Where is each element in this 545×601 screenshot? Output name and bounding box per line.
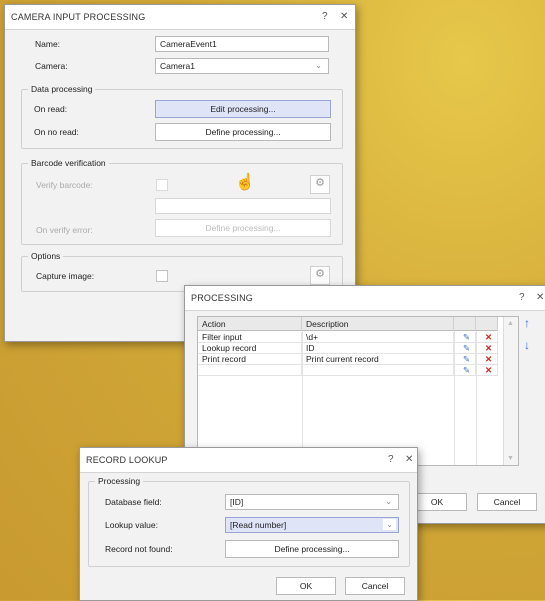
column-header-action[interactable]: Action xyxy=(198,317,302,331)
chevron-down-icon: ⌄ xyxy=(315,61,322,70)
delete-icon[interactable]: ✕ xyxy=(476,354,498,365)
hand-cursor-icon: ☝ xyxy=(235,174,255,191)
edit-icon[interactable]: ✎ xyxy=(454,343,476,354)
camera-dialog-titlebar: CAMERA INPUT PROCESSING ? ✕ xyxy=(5,5,355,30)
lookup-value-value: [Read number] xyxy=(230,520,287,530)
help-icon[interactable]: ? xyxy=(388,454,394,465)
on-read-label: On read: xyxy=(34,104,68,114)
name-label: Name: xyxy=(35,39,61,49)
table-row-description[interactable] xyxy=(302,365,454,376)
chevron-down-icon: ⌄ xyxy=(385,497,392,506)
record-lookup-dialog: RECORD LOOKUP ? ✕ Processing Database fi… xyxy=(79,447,418,601)
gear-icon[interactable]: ⚙ xyxy=(310,175,330,194)
scroll-up-icon[interactable]: ▲ xyxy=(507,320,514,327)
move-up-icon[interactable]: ↑ xyxy=(524,316,530,330)
camera-select-value: Camera1 xyxy=(160,61,195,71)
close-icon[interactable]: ✕ xyxy=(340,11,348,22)
ok-button[interactable]: OK xyxy=(276,577,336,595)
capture-image-checkbox[interactable] xyxy=(156,270,168,282)
camera-label: Camera: xyxy=(35,61,68,71)
define-processing-button[interactable]: Define processing... xyxy=(155,123,331,141)
barcode-verification-group: Barcode verification Verify barcode: ⚙ ☝… xyxy=(21,158,343,245)
data-processing-legend: Data processing xyxy=(28,84,96,94)
table-row-action[interactable]: Print record xyxy=(198,354,302,365)
cancel-button[interactable]: Cancel xyxy=(477,493,537,511)
edit-icon[interactable]: ✎ xyxy=(454,365,476,376)
edit-icon[interactable]: ✎ xyxy=(454,354,476,365)
data-processing-group: Data processing On read: Edit processing… xyxy=(21,84,343,149)
database-field-label: Database field: xyxy=(105,497,162,507)
on-no-read-label: On no read: xyxy=(34,127,79,137)
on-verify-error-label: On verify error: xyxy=(36,225,93,235)
scroll-down-icon[interactable]: ▼ xyxy=(507,455,514,462)
edit-processing-button[interactable]: Edit processing... xyxy=(155,100,331,118)
capture-image-label: Capture image: xyxy=(36,271,95,281)
processing-grid: Action Description Filter input \d+ ✎ ✕ … xyxy=(197,316,519,466)
lookup-dialog-titlebar: RECORD LOOKUP ? ✕ xyxy=(80,448,417,473)
lookup-value-label: Lookup value: xyxy=(105,520,158,530)
table-row-action[interactable]: Lookup record xyxy=(198,343,302,354)
column-header-edit xyxy=(454,317,476,331)
move-down-icon[interactable]: ↓ xyxy=(524,338,530,352)
column-header-description[interactable]: Description xyxy=(302,317,454,331)
options-legend: Options xyxy=(28,251,64,261)
lookup-processing-legend: Processing xyxy=(95,476,144,486)
table-row-description[interactable]: ID xyxy=(302,343,454,354)
lookup-value-select[interactable]: [Read number] ⌄ xyxy=(225,517,399,533)
verify-barcode-label: Verify barcode: xyxy=(36,180,93,190)
processing-dialog-title: PROCESSING xyxy=(191,293,254,303)
lookup-dialog-title: RECORD LOOKUP xyxy=(86,455,168,465)
define-processing-not-found-button[interactable]: Define processing... xyxy=(225,540,399,558)
database-field-select[interactable]: [ID] ⌄ xyxy=(225,494,399,510)
cancel-button[interactable]: Cancel xyxy=(345,577,405,595)
table-row-action[interactable]: Filter input xyxy=(198,332,302,343)
edit-icon[interactable]: ✎ xyxy=(454,332,476,343)
name-input[interactable]: CameraEvent1 xyxy=(155,36,329,52)
barcode-verification-legend: Barcode verification xyxy=(28,158,109,168)
delete-icon[interactable]: ✕ xyxy=(476,332,498,343)
camera-select[interactable]: Camera1 ⌄ xyxy=(155,58,329,74)
verify-barcode-checkbox[interactable] xyxy=(156,179,168,191)
help-icon[interactable]: ? xyxy=(322,11,328,22)
record-not-found-label: Record not found: xyxy=(105,544,173,554)
grid-scrollbar[interactable]: ▲ ▼ xyxy=(503,317,518,465)
close-icon[interactable]: ✕ xyxy=(536,292,544,303)
verify-barcode-input[interactable] xyxy=(155,198,331,214)
processing-dialog-titlebar: PROCESSING ? ✕ xyxy=(185,286,545,311)
camera-dialog-title: CAMERA INPUT PROCESSING xyxy=(11,12,146,22)
table-row-action[interactable] xyxy=(198,365,302,376)
delete-icon[interactable]: ✕ xyxy=(476,365,498,376)
table-row-description[interactable]: Print current record xyxy=(302,354,454,365)
define-processing-error-button[interactable]: Define processing... xyxy=(155,219,331,237)
lookup-processing-group: Processing Database field: [ID] ⌄ Lookup… xyxy=(88,476,410,567)
column-header-delete xyxy=(476,317,498,331)
gear-icon[interactable]: ⚙ xyxy=(310,266,330,285)
delete-icon[interactable]: ✕ xyxy=(476,343,498,354)
chevron-down-icon: ⌄ xyxy=(383,519,396,530)
table-row-description[interactable]: \d+ xyxy=(302,332,454,343)
close-icon[interactable]: ✕ xyxy=(405,454,413,465)
database-field-value: [ID] xyxy=(230,497,244,507)
help-icon[interactable]: ? xyxy=(519,292,525,303)
